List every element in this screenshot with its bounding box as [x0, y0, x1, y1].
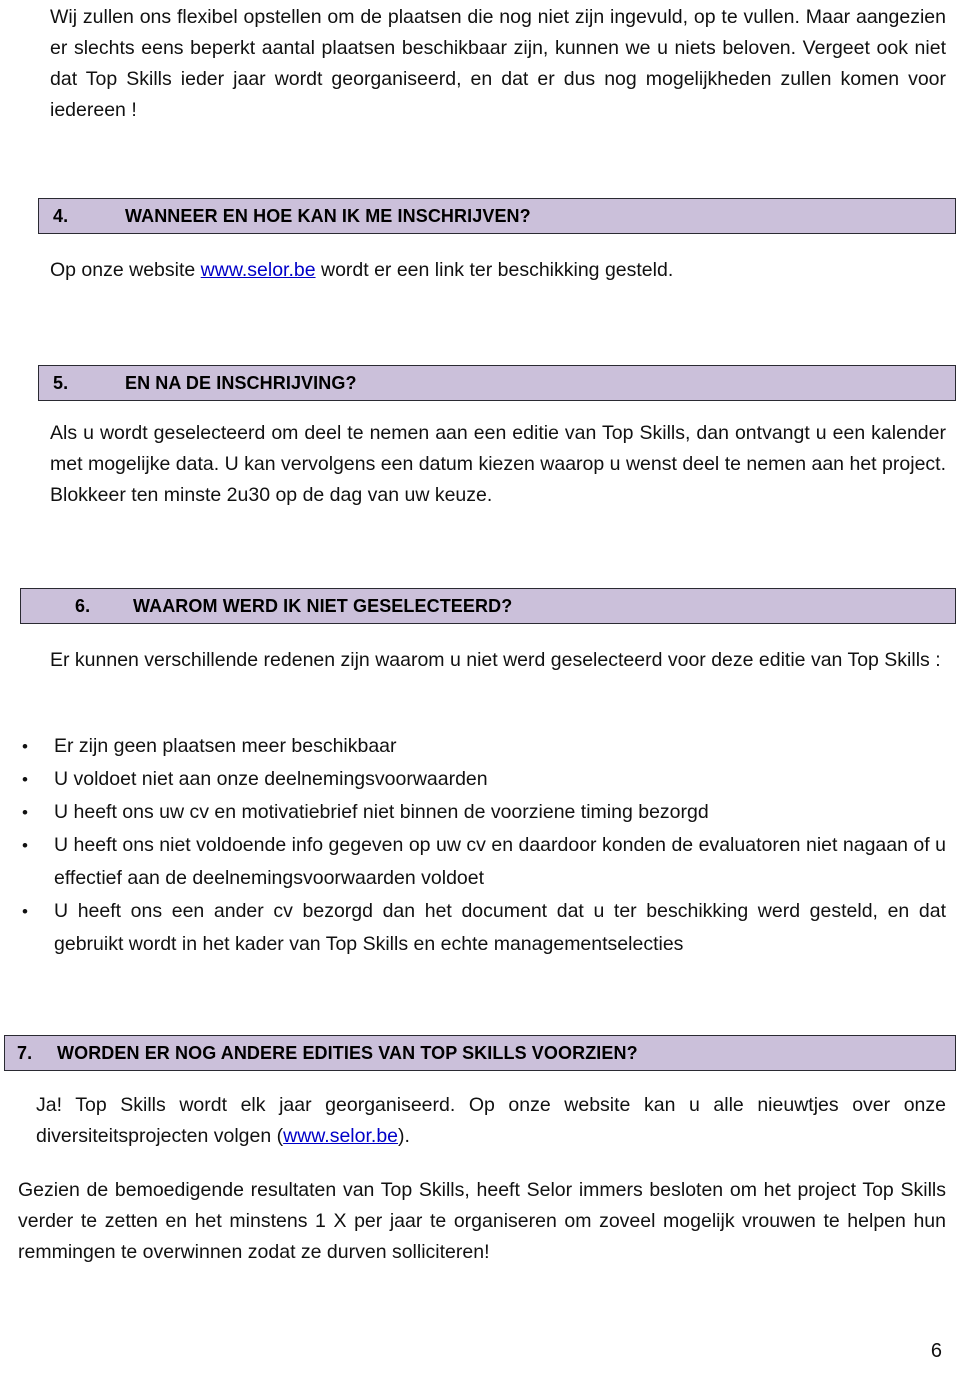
section-heading-4: 4. WANNEER EN HOE KAN IK ME INSCHRIJVEN? — [38, 198, 956, 234]
list-item-label: U heeft ons een ander cv bezorgd dan het… — [54, 900, 946, 955]
section-heading-6: 6. WAAROM WERD IK NIET GESELECTEERD? — [20, 588, 956, 624]
section-4-text-before-link: Op onze website — [50, 259, 201, 281]
section-number-4: 4. — [53, 205, 69, 226]
section-number-7: 7. — [17, 1042, 33, 1063]
bullet-icon: • — [22, 902, 28, 921]
section-4-text-after-link: wordt er een link ter beschikking gestel… — [315, 259, 674, 281]
bullet-icon: • — [22, 737, 28, 756]
section-number-6: 6. — [75, 595, 91, 616]
intro-paragraph: Wij zullen ons flexibel opstellen om de … — [50, 6, 946, 121]
section-title-6: WAAROM WERD IK NIET GESELECTEERD? — [133, 595, 513, 616]
section-7-paragraph: Ja! Top Skills wordt elk jaar georganise… — [36, 1090, 946, 1152]
bullet-icon: • — [22, 803, 28, 822]
section-number-5: 5. — [53, 372, 69, 393]
section-6-paragraph: Er kunnen verschillende redenen zijn waa… — [50, 649, 941, 671]
list-item: • U voldoet niet aan onze deelnemingsvoo… — [20, 763, 946, 796]
section-heading-5: 5. EN NA DE INSCHRIJVING? — [38, 365, 956, 401]
list-item-label: Er zijn geen plaatsen meer beschikbaar — [54, 735, 397, 757]
section-7-text-after-link: ). — [398, 1125, 410, 1147]
list-item: • U heeft ons uw cv en motivatiebrief ni… — [20, 796, 946, 829]
list-item: • Er zijn geen plaatsen meer beschikbaar — [20, 730, 946, 763]
selor-website-link-1[interactable]: www.selor.be — [201, 259, 316, 281]
closing-paragraph: Gezien de bemoedigende resultaten van To… — [18, 1179, 946, 1263]
rejection-reasons-list: • Er zijn geen plaatsen meer beschikbaar… — [20, 730, 946, 961]
list-item-label: U voldoet niet aan onze deelnemingsvoorw… — [54, 768, 488, 790]
bullet-icon: • — [22, 770, 28, 789]
page-number: 6 — [930, 1340, 942, 1362]
section-4-paragraph: Op onze website www.selor.be wordt er ee… — [50, 255, 946, 286]
section-title-4: WANNEER EN HOE KAN IK ME INSCHRIJVEN? — [125, 205, 531, 226]
bullet-icon: • — [22, 836, 28, 855]
selor-website-link-2[interactable]: www.selor.be — [283, 1125, 398, 1147]
list-item-label: U heeft ons niet voldoende info gegeven … — [54, 834, 946, 889]
section-title-7: WORDEN ER NOG ANDERE EDITIES VAN TOP SKI… — [57, 1042, 638, 1063]
section-title-5: EN NA DE INSCHRIJVING? — [125, 372, 357, 393]
list-item: • U heeft ons een ander cv bezorgd dan h… — [20, 895, 946, 961]
list-item: • U heeft ons niet voldoende info gegeve… — [20, 829, 946, 895]
section-7-text-before-link: Ja! Top Skills wordt elk jaar georganise… — [36, 1094, 946, 1147]
document-page: Wij zullen ons flexibel opstellen om de … — [0, 0, 960, 1375]
section-heading-7: 7. WORDEN ER NOG ANDERE EDITIES VAN TOP … — [4, 1035, 956, 1071]
list-item-label: U heeft ons uw cv en motivatiebrief niet… — [54, 801, 709, 823]
section-5-paragraph: Als u wordt geselecteerd om deel te neme… — [50, 422, 946, 506]
